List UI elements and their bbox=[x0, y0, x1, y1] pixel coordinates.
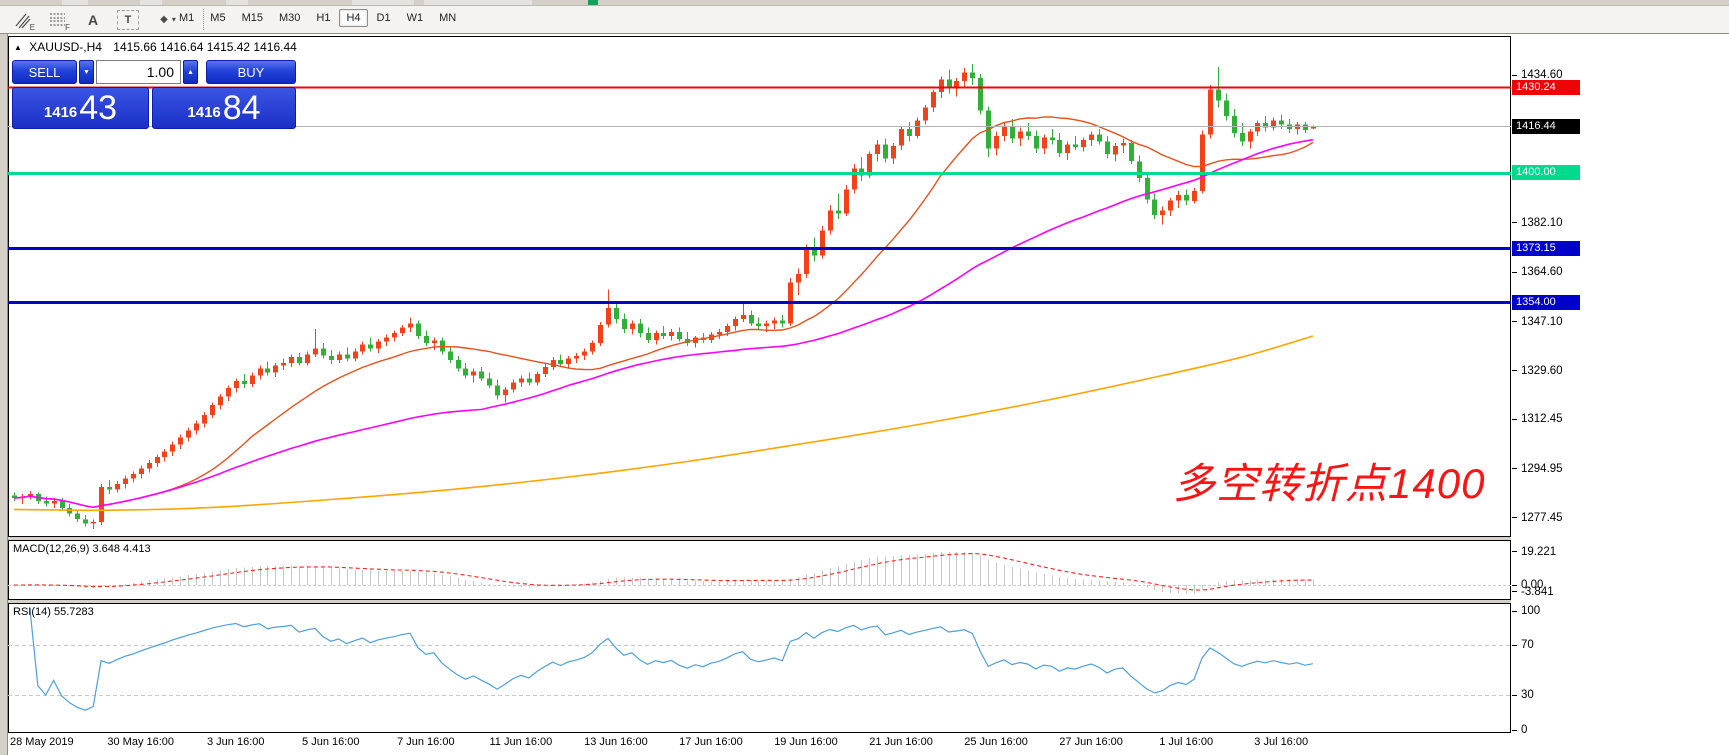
toolbar: E F A T ◆ ▾ M1M5M15M30H1H4D1W1MN bbox=[0, 6, 1729, 34]
tick-dash bbox=[1512, 611, 1517, 612]
tick-dash bbox=[1512, 419, 1517, 420]
time-axis-label: 1 Jul 16:00 bbox=[1159, 736, 1213, 748]
tick-dash bbox=[1512, 517, 1517, 518]
top-strip-fragment bbox=[352, 0, 414, 5]
top-strip-fragment bbox=[226, 0, 248, 5]
price-line-badge-1416.44[interactable]: 1416.44 bbox=[1512, 119, 1580, 134]
time-axis-label: 28 May 2019 bbox=[10, 736, 74, 748]
pitchfork-icon[interactable]: E bbox=[12, 10, 34, 30]
price-axis-tick: 1329.60 bbox=[1512, 365, 1563, 377]
time-axis-label: 11 Jun 16:00 bbox=[489, 736, 552, 748]
tick-dash bbox=[1512, 591, 1517, 592]
rsi-label: RSI(14) 55.7283 bbox=[13, 606, 94, 618]
timeframe-button-D1[interactable]: D1 bbox=[370, 9, 398, 27]
price-axis-tick: 1347.10 bbox=[1512, 316, 1563, 328]
text-label-icon[interactable]: T bbox=[117, 10, 139, 30]
timeframe-button-M30[interactable]: M30 bbox=[272, 9, 307, 27]
timeframe-button-H1[interactable]: H1 bbox=[309, 9, 337, 27]
tick-dash bbox=[1512, 551, 1517, 552]
tick-dash bbox=[1512, 468, 1517, 469]
ma-fast bbox=[14, 117, 1313, 507]
chart-window: 1434.601382.101364.601347.101329.601312.… bbox=[0, 34, 1729, 755]
ma-mid bbox=[14, 140, 1313, 508]
one-click-trade-panel: SELL ▼ ▲ BUY 1416 43 1416 84 bbox=[12, 60, 296, 164]
timeframe-button-H4[interactable]: H4 bbox=[339, 9, 367, 27]
macd-label: MACD(12,26,9) 3.648 4.413 bbox=[13, 543, 151, 555]
timeframe-button-M1[interactable]: M1 bbox=[172, 9, 201, 27]
time-axis-label: 5 Jun 16:00 bbox=[302, 736, 360, 748]
collapse-arrow-icon[interactable]: ▲ bbox=[14, 43, 22, 52]
timeframe-button-M15[interactable]: M15 bbox=[235, 9, 270, 27]
tick-dash bbox=[1512, 222, 1517, 223]
fibonacci-icon-letter: F bbox=[65, 23, 70, 32]
macd-scale-label: 19.221 bbox=[1512, 546, 1556, 558]
rsi-scale-label: 0 bbox=[1512, 724, 1527, 736]
price-axis-tick: 1364.60 bbox=[1512, 266, 1563, 278]
price-axis-tick: 1277.45 bbox=[1512, 512, 1563, 524]
price-axis-tick: 1382.10 bbox=[1512, 217, 1563, 229]
sell-button[interactable]: SELL bbox=[12, 60, 77, 84]
volume-up-spinner[interactable]: ▲ bbox=[183, 60, 198, 84]
time-axis-label: 3 Jul 16:00 bbox=[1254, 736, 1308, 748]
bid-base: 1416 bbox=[44, 104, 77, 121]
symbol-label: XAUUSD-,H4 bbox=[29, 40, 102, 54]
text-label-icon-letter: T bbox=[125, 14, 132, 26]
text-icon-letter: A bbox=[88, 12, 98, 28]
top-strip-fragment bbox=[424, 0, 532, 5]
ohlc-values: 1415.66 1416.64 1415.42 1416.44 bbox=[113, 40, 297, 54]
chart-title: ▲ XAUUSD-,H4 1415.66 1416.64 1415.42 141… bbox=[14, 40, 297, 54]
rsi-scale-label: 70 bbox=[1512, 639, 1534, 651]
time-axis-label: 19 Jun 16:00 bbox=[774, 736, 838, 748]
time-axis-label: 3 Jun 16:00 bbox=[207, 736, 265, 748]
ma-slow bbox=[14, 336, 1313, 510]
time-axis-label: 13 Jun 16:00 bbox=[584, 736, 648, 748]
volume-input[interactable] bbox=[96, 60, 181, 84]
timeframe-group: M1M5M15M30H1H4D1W1MN bbox=[172, 9, 465, 27]
timeframe-button-W1[interactable]: W1 bbox=[400, 9, 431, 27]
ask-price-box[interactable]: 1416 84 bbox=[152, 87, 296, 129]
timeframe-button-MN[interactable]: MN bbox=[432, 9, 463, 27]
mt4-terminal: E F A T ◆ ▾ M1M5M15M30H1H4D1W1MN bbox=[0, 0, 1729, 755]
price-line-badge-1354.00[interactable]: 1354.00 bbox=[1512, 295, 1580, 310]
price-axis-tick: 1312.45 bbox=[1512, 413, 1563, 425]
tick-dash bbox=[1512, 645, 1517, 646]
price-axis-tick: 1294.95 bbox=[1512, 463, 1563, 475]
price-line-badge-1400.00[interactable]: 1400.00 bbox=[1512, 165, 1580, 180]
rsi-scale-label: 30 bbox=[1512, 689, 1534, 701]
time-axis-label: 7 Jun 16:00 bbox=[397, 736, 455, 748]
time-axis-label: 30 May 16:00 bbox=[107, 736, 174, 748]
fibonacci-icon[interactable]: F bbox=[47, 10, 69, 30]
time-axis-label: 27 Jun 16:00 bbox=[1059, 736, 1123, 748]
tick-dash bbox=[1512, 75, 1517, 76]
text-icon[interactable]: A bbox=[82, 10, 104, 30]
ask-pips: 84 bbox=[223, 91, 261, 125]
time-axis-label: 25 Jun 16:00 bbox=[964, 736, 1028, 748]
rsi-line bbox=[30, 608, 1313, 711]
top-strip-fragment bbox=[62, 0, 88, 5]
macd-histogram bbox=[15, 552, 1314, 594]
rsi-scale-label: 100 bbox=[1512, 605, 1540, 617]
timeframe-button-M5[interactable]: M5 bbox=[203, 9, 232, 27]
volume-down-spinner[interactable]: ▼ bbox=[79, 60, 94, 84]
buy-button[interactable]: BUY bbox=[206, 60, 296, 84]
tick-dash bbox=[1512, 272, 1517, 273]
tick-dash bbox=[1512, 695, 1517, 696]
tick-dash bbox=[1512, 321, 1517, 322]
price-line-badge-1373.15[interactable]: 1373.15 bbox=[1512, 241, 1580, 256]
pitchfork-icon-letter: E bbox=[30, 23, 35, 32]
time-axis-label: 21 Jun 16:00 bbox=[869, 736, 933, 748]
tick-dash bbox=[1512, 730, 1517, 731]
price-line-badge-1430.24[interactable]: 1430.24 bbox=[1512, 80, 1580, 95]
bid-price-box[interactable]: 1416 43 bbox=[12, 87, 149, 129]
shapes-icon-glyph: ◆ bbox=[160, 14, 168, 25]
macd-scale-label: -3.841 bbox=[1512, 586, 1554, 598]
bid-pips: 43 bbox=[79, 91, 117, 125]
chart-annotation-text[interactable]: 多空转折点1400 bbox=[1173, 450, 1485, 511]
top-strip-fragment-green bbox=[588, 0, 598, 5]
time-axis-label: 17 Jun 16:00 bbox=[679, 736, 743, 748]
tick-dash bbox=[1512, 370, 1517, 371]
top-strip-fragment bbox=[140, 0, 162, 5]
ask-base: 1416 bbox=[187, 104, 220, 121]
